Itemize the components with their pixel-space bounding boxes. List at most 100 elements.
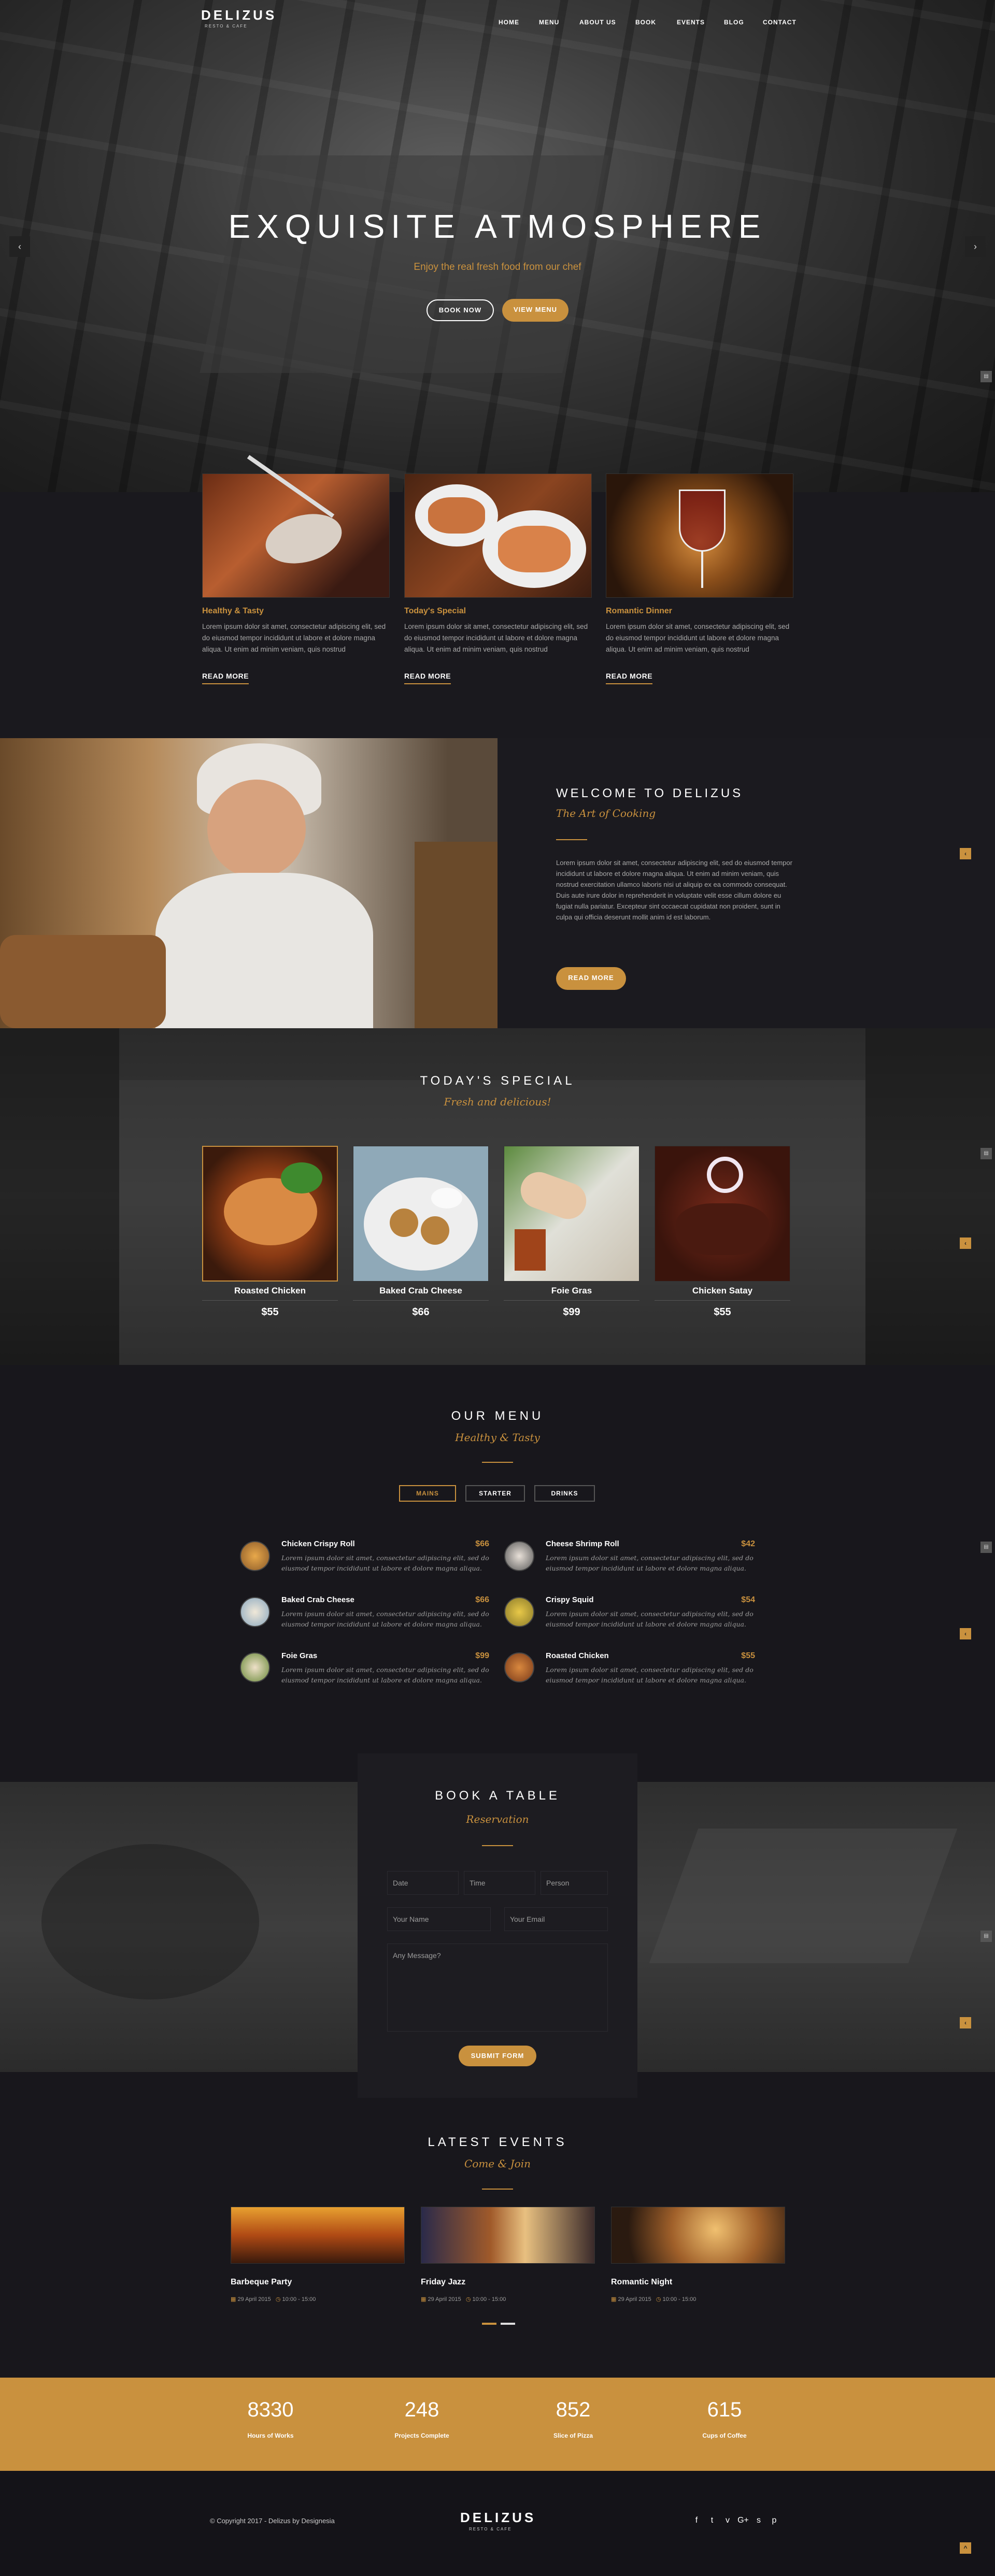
special-divider-3 [504, 1300, 639, 1301]
special-price-3: $99 [563, 1306, 580, 1318]
tab-mains[interactable]: MAINS [399, 1485, 456, 1502]
booking-script: Reservation [466, 1813, 529, 1825]
footer-logo[interactable]: DELIZUS [460, 2510, 536, 2526]
event-meta-1: ▦ 29 April 2015 ◷ 10:00 - 15:00 [231, 2296, 316, 2302]
counter-label-1: Hours of Works [247, 2432, 294, 2439]
nav-blog[interactable]: BLOG [724, 19, 744, 26]
menu-item-name-5: Foie Gras [281, 1651, 318, 1660]
email-field[interactable]: Your Email [504, 1907, 608, 1931]
counter-label-4: Cups of Coffee [702, 2432, 747, 2439]
event-meta-3: ▦ 29 April 2015 ◷ 10:00 - 15:00 [611, 2296, 696, 2302]
message-field[interactable]: Any Message? [387, 1944, 608, 2032]
menu-item-desc-5: Lorem ipsum dolor sit amet, consectetur … [281, 1666, 489, 1684]
side-tab-icon-4[interactable]: ‹ [960, 2017, 971, 2028]
copyright-text: © Copyright 2017 - Delizus by Designesia [210, 2517, 335, 2525]
counter-number-1: 8330 [247, 2398, 294, 2421]
welcome-readmore-button[interactable]: READ MORE [556, 967, 626, 990]
logo[interactable]: DELIZUS [201, 7, 277, 23]
events-title: LATEST EVENTS [428, 2135, 567, 2149]
event-image-2 [421, 2207, 595, 2264]
twitter-icon[interactable]: t [706, 2516, 718, 2525]
tab-starter[interactable]: STARTER [465, 1485, 525, 1502]
clock-icon: ◷ [465, 2296, 471, 2302]
events-script: Come & Join [464, 2157, 531, 2170]
view-menu-button[interactable]: VIEW MENU [502, 299, 568, 322]
menu-item-price-4: $54 [741, 1595, 755, 1604]
feature-readmore-1[interactable]: READ MORE [202, 672, 249, 684]
hero-title: EXQUISITE ATMOSPHERE [228, 208, 767, 245]
feature-readmore-3[interactable]: READ MORE [606, 672, 653, 684]
counter-label-2: Projects Complete [394, 2432, 449, 2439]
special-price-1: $55 [261, 1306, 279, 1318]
menu-title: OUR MENU [451, 1409, 544, 1423]
hero-section [0, 0, 995, 492]
calendar-icon: ▦ [231, 2296, 236, 2302]
menu-thumb-6 [504, 1652, 534, 1682]
pinterest-icon[interactable]: p [769, 2516, 780, 2525]
side-tab-icon[interactable]: ‹ [960, 848, 971, 859]
menu-item-price-5: $99 [475, 1651, 489, 1660]
menu-item-desc-2: Lorem ipsum dolor sit amet, consectetur … [546, 1554, 754, 1572]
special-image-1 [202, 1146, 338, 1282]
special-name-2: Baked Crab Cheese [379, 1286, 462, 1296]
special-price-2: $66 [412, 1306, 430, 1318]
hero-subtitle: Enjoy the real fresh food from our chef [414, 262, 581, 272]
tab-drinks[interactable]: DRINKS [534, 1485, 595, 1502]
nav-menu[interactable]: MENU [539, 19, 559, 26]
menu-thumb-5 [504, 1597, 534, 1627]
nav-events[interactable]: EVENTS [677, 19, 705, 26]
date-field[interactable]: Date [387, 1871, 459, 1895]
hero-next-arrow-icon[interactable]: › [965, 236, 986, 257]
person-field[interactable]: Person [541, 1871, 608, 1895]
special-price-4: $55 [714, 1306, 731, 1318]
special-divider-4 [655, 1300, 790, 1301]
special-image-2 [353, 1146, 489, 1282]
name-field[interactable]: Your Name [387, 1907, 491, 1931]
menu-item-name-4: Crispy Squid [546, 1595, 594, 1604]
menu-item-desc-1: Lorem ipsum dolor sit amet, consectetur … [281, 1554, 489, 1572]
time-field[interactable]: Time [464, 1871, 535, 1895]
menu-item-desc-3: Lorem ipsum dolor sit amet, consectetur … [281, 1610, 489, 1628]
vimeo-icon[interactable]: v [722, 2516, 733, 2525]
feature-image-3 [606, 473, 793, 598]
event-title-3[interactable]: Romantic Night [611, 2278, 672, 2287]
side-tool-icon-4[interactable]: ▤ [980, 1931, 992, 1942]
special-name-3: Foie Gras [551, 1286, 592, 1296]
submit-form-button[interactable]: SUBMIT FORM [459, 2046, 536, 2066]
google-plus-icon[interactable]: G+ [737, 2516, 749, 2525]
welcome-image [0, 738, 497, 1028]
feature-title-3: Romantic Dinner [606, 607, 673, 615]
carousel-dot-active[interactable] [482, 2323, 496, 2325]
nav-about[interactable]: ABOUT US [579, 19, 616, 26]
welcome-script: The Art of Cooking [556, 807, 656, 819]
feature-image-2 [404, 473, 592, 598]
side-tab-icon-3[interactable]: ‹ [960, 1628, 971, 1639]
side-tool-icon-3[interactable]: ▤ [980, 1542, 992, 1553]
scroll-top-icon[interactable]: ^ [960, 2542, 971, 2554]
book-now-button[interactable]: BOOK NOW [427, 299, 494, 321]
menu-item-desc-6: Lorem ipsum dolor sit amet, consectetur … [546, 1666, 754, 1684]
feature-readmore-2[interactable]: READ MORE [404, 672, 451, 684]
skype-icon[interactable]: s [753, 2516, 764, 2525]
side-tool-icon[interactable]: ▤ [980, 371, 992, 382]
events-divider [482, 2189, 513, 2190]
carousel-dot[interactable] [501, 2323, 515, 2325]
event-image-3 [611, 2207, 785, 2264]
menu-divider [482, 1462, 513, 1463]
facebook-icon[interactable]: f [691, 2516, 702, 2525]
menu-script: Healthy & Tasty [455, 1431, 540, 1444]
event-title-2[interactable]: Friday Jazz [421, 2278, 465, 2287]
menu-item-name-2: Cheese Shrimp Roll [546, 1539, 619, 1548]
side-tab-icon-2[interactable]: ‹ [960, 1237, 971, 1249]
nav-book[interactable]: BOOK [635, 19, 656, 26]
counter-label-3: Slice of Pizza [553, 2432, 593, 2439]
event-image-1 [231, 2207, 405, 2264]
menu-item-price-3: $66 [475, 1595, 489, 1604]
event-title-1[interactable]: Barbeque Party [231, 2278, 292, 2287]
special-script: Fresh and delicious! [444, 1096, 551, 1108]
nav-contact[interactable]: CONTACT [763, 19, 797, 26]
feature-text-3: Lorem ipsum dolor sit amet, consectetur … [606, 623, 790, 653]
hero-prev-arrow-icon[interactable]: ‹ [9, 236, 30, 257]
nav-home[interactable]: HOME [499, 19, 519, 26]
side-tool-icon-2[interactable]: ▤ [980, 1148, 992, 1159]
